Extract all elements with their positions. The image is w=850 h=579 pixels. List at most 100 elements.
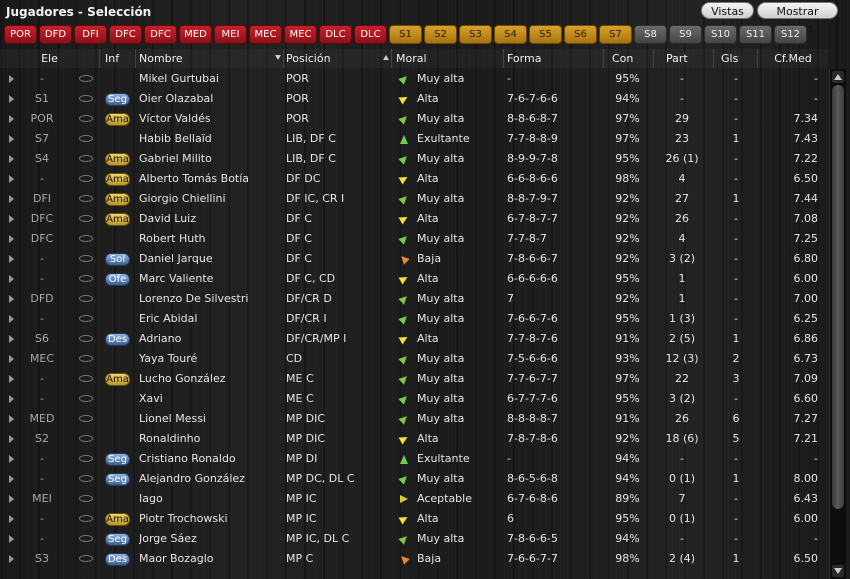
expand-arrow-icon[interactable] [9, 435, 14, 443]
inf-badge[interactable]: Ofe [105, 273, 130, 286]
expand-arrow-icon[interactable] [9, 275, 14, 283]
col-posicion-header[interactable]: Posición [284, 49, 392, 68]
expand-arrow-icon[interactable] [9, 315, 14, 323]
col-nombre-header[interactable]: Nombre [136, 49, 284, 68]
expand-arrow-icon[interactable] [9, 395, 14, 403]
expand-arrow-icon[interactable] [9, 535, 14, 543]
tab-mei-6[interactable]: MEI [214, 25, 247, 44]
inf-badge[interactable]: Seg [105, 473, 130, 486]
table-row[interactable]: S7 Habib Bellaïd LIB, DF C Exultante 7-7-8-8… [0, 129, 828, 149]
scroll-down-icon[interactable] [832, 565, 844, 577]
tab-mec-8[interactable]: MEC [284, 25, 317, 44]
expand-arrow-icon[interactable] [9, 515, 14, 523]
tab-s3-13[interactable]: S3 [459, 25, 492, 44]
table-row[interactable]: DFD Lorenzo De Silvestri DF/CR D Muy alta 7 9… [0, 289, 828, 309]
table-row[interactable]: - Xavi ME C Muy alta 6-7-7-7-6 95% 3 (2) - 6.60 [0, 389, 828, 409]
expand-arrow-icon[interactable] [9, 375, 14, 383]
expand-arrow-icon[interactable] [9, 195, 14, 203]
table-row[interactable]: S3 Des Maor Bozaglo MP C Baja 7-6-6-7-7 98% 2 (… [0, 549, 828, 569]
inf-badge[interactable]: Des [105, 553, 130, 566]
table-row[interactable]: DFI Ama Giorgio Chiellini DF IC, CR I Muy al… [0, 189, 828, 209]
table-row[interactable]: - Seg Jorge Sáez MP IC, DL C Muy alta 7-8-6-6… [0, 529, 828, 549]
expand-arrow-icon[interactable] [9, 135, 14, 143]
expand-arrow-icon[interactable] [9, 295, 14, 303]
expand-arrow-icon[interactable] [9, 215, 14, 223]
inf-badge[interactable]: Seg [105, 93, 130, 106]
table-row[interactable]: - Seg Cristiano Ronaldo MP DI Exultante - 94% -… [0, 449, 828, 469]
inf-badge[interactable]: Ama [105, 193, 130, 206]
tab-dfi-2[interactable]: DFI [74, 25, 107, 44]
table-row[interactable]: POR Ama Víctor Valdés POR Muy alta 8-8-6-8-7 9… [0, 109, 828, 129]
tab-med-5[interactable]: MED [179, 25, 212, 44]
tab-s6-16[interactable]: S6 [564, 25, 597, 44]
table-row[interactable]: - Ofe Marc Valiente DF C, CD Alta 6-6-6-6-6 95… [0, 269, 828, 289]
expand-arrow-icon[interactable] [9, 255, 14, 263]
col-moral-header[interactable]: Moral [392, 49, 504, 68]
col-cfmed-header[interactable]: Cf.Med [758, 49, 828, 68]
table-row[interactable]: S4 Ama Gabriel Milito LIB, DF C Muy alta 8-9-… [0, 149, 828, 169]
tab-s7-17[interactable]: S7 [599, 25, 632, 44]
tab-s5-15[interactable]: S5 [529, 25, 562, 44]
scroll-thumb[interactable] [832, 85, 844, 509]
tab-s12-22[interactable]: S12 [774, 25, 807, 44]
expand-arrow-icon[interactable] [9, 95, 14, 103]
inf-badge[interactable]: Ama [105, 153, 130, 166]
table-row[interactable]: DFC Ama David Luiz DF C Alta 6-7-8-7-7 92% 26 - 7… [0, 209, 828, 229]
expand-arrow-icon[interactable] [9, 555, 14, 563]
tab-por-0[interactable]: POR [4, 25, 37, 44]
col-forma-header[interactable]: Forma [504, 49, 604, 68]
expand-arrow-icon[interactable] [9, 455, 14, 463]
inf-badge[interactable]: Ama [105, 173, 130, 186]
table-row[interactable]: S1 Seg Oier Olazabal POR Alta 7-6-7-6-6 94% - - - [0, 89, 828, 109]
tab-s9-19[interactable]: S9 [669, 25, 702, 44]
table-row[interactable]: DFC Robert Huth DF C Muy alta 7-7-8-7 92% 4 - 7.… [0, 229, 828, 249]
table-row[interactable]: - Ama Piotr Trochowski MP IC Alta 6 95% 0 (1) - 6… [0, 509, 828, 529]
inf-badge[interactable]: Ama [105, 373, 130, 386]
col-ele-header[interactable]: Ele [0, 49, 100, 68]
vistas-dropdown-button[interactable]: Vistas ▾ [701, 2, 754, 35]
tab-s8-18[interactable]: S8 [634, 25, 667, 44]
inf-badge[interactable]: Seg [105, 453, 130, 466]
table-row[interactable]: MEC Yaya Touré CD Muy alta 7-5-6-6-6 93% 12 (3… [0, 349, 828, 369]
inf-badge[interactable]: Ama [105, 113, 130, 126]
table-row[interactable]: - Ama Alberto Tomás Botía DF DC Alta 6-6-8-6-… [0, 169, 828, 189]
inf-badge[interactable]: Seg [105, 533, 130, 546]
col-inf-header[interactable]: Inf [100, 49, 136, 68]
table-row[interactable]: - Mikel Gurtubai POR Muy alta - 95% - - - [0, 69, 828, 89]
tab-s1-11[interactable]: S1 [389, 25, 422, 44]
tab-s2-12[interactable]: S2 [424, 25, 457, 44]
tab-dfc-4[interactable]: DFC [144, 25, 177, 44]
expand-arrow-icon[interactable] [9, 75, 14, 83]
col-part-header[interactable]: Part [654, 49, 714, 68]
table-row[interactable]: - Eric Abidal DF/CR I Muy alta 7-6-6-7-6 95% 1… [0, 309, 828, 329]
col-con-header[interactable]: Con [604, 49, 654, 68]
table-row[interactable]: MED Lionel Messi MP DIC Muy alta 8-8-8-8-7 91… [0, 409, 828, 429]
table-row[interactable]: - Ama Lucho González ME C Muy alta 7-7-6-7-7 9… [0, 369, 828, 389]
show-filters-button[interactable]: Mostrar Filtros [757, 2, 838, 35]
inf-badge[interactable]: Ama [105, 213, 130, 226]
tab-s11-21[interactable]: S11 [739, 25, 772, 44]
table-row[interactable]: - Sol Daniel Jarque DF C Baja 7-8-6-6-7 92% 3 (… [0, 249, 828, 269]
expand-arrow-icon[interactable] [9, 235, 14, 243]
table-row[interactable]: S2 Ronaldinho MP DIC Alta 7-8-7-8-6 92% 18 (6)… [0, 429, 828, 449]
inf-badge[interactable]: Ama [105, 513, 130, 526]
tab-dfd-1[interactable]: DFD [39, 25, 72, 44]
scroll-up-icon[interactable] [832, 71, 844, 83]
table-row[interactable]: S6 Des Adriano DF/CR/MP I Alta 7-7-8-7-6 91% 2 … [0, 329, 828, 349]
expand-arrow-icon[interactable] [9, 355, 14, 363]
vertical-scrollbar[interactable] [829, 69, 846, 579]
expand-arrow-icon[interactable] [9, 495, 14, 503]
expand-arrow-icon[interactable] [9, 155, 14, 163]
inf-badge[interactable]: Sol [105, 253, 130, 266]
table-row[interactable]: - Seg Alejandro González MP DC, DL C Muy alt… [0, 469, 828, 489]
tab-dfc-3[interactable]: DFC [109, 25, 142, 44]
expand-arrow-icon[interactable] [9, 335, 14, 343]
tab-s10-20[interactable]: S10 [704, 25, 737, 44]
inf-badge[interactable]: Des [105, 333, 130, 346]
table-row[interactable]: MEI Iago MP IC Aceptable 6-7-6-8-6 89% 7 - 6.43 [0, 489, 828, 509]
col-gls-header[interactable]: Gls [714, 49, 758, 68]
expand-arrow-icon[interactable] [9, 415, 14, 423]
tab-dlc-10[interactable]: DLC [354, 25, 387, 44]
tab-mec-7[interactable]: MEC [249, 25, 282, 44]
tab-dlc-9[interactable]: DLC [319, 25, 352, 44]
